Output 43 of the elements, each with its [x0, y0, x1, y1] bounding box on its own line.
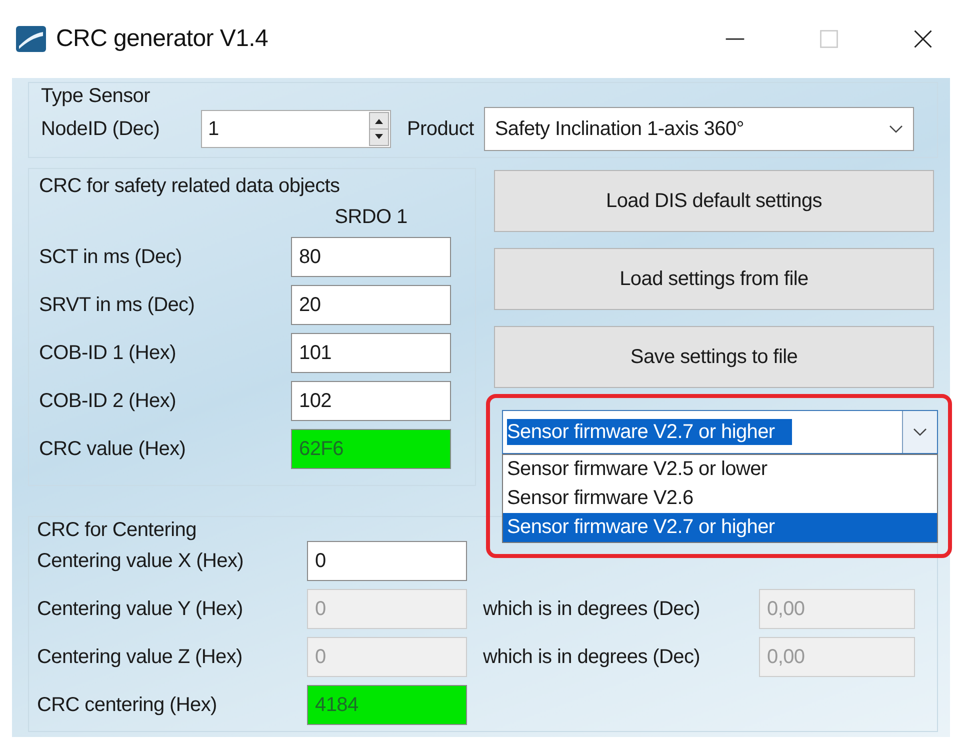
dropdown-option[interactable]: Sensor firmware V2.5 or lower [503, 455, 937, 484]
chevron-down-icon [913, 428, 927, 436]
node-id-spinner[interactable]: 1 [201, 110, 391, 148]
column-header: SRDO 1 [334, 205, 408, 229]
field-label: CRC centering (Hex) [37, 694, 218, 716]
field-label: SRVT in ms (Dec) [39, 294, 196, 316]
degrees-field: 0,00 [759, 637, 915, 677]
close-icon[interactable] [912, 28, 934, 50]
action-button[interactable]: Save settings to file [494, 326, 934, 388]
degrees-field: 0,00 [759, 589, 915, 629]
dropdown-option[interactable]: Sensor firmware V2.7 or higher [503, 513, 937, 542]
group-title: CRC for safety related data objects [39, 175, 340, 197]
field-label: Centering value X (Hex) [37, 550, 245, 572]
field-label: NodeID (Dec) [41, 118, 161, 140]
dropdown-option[interactable]: Sensor firmware V2.6 [503, 484, 937, 513]
spinner-arrows-icon[interactable] [369, 112, 389, 146]
crc-result-field: 4184 [307, 685, 467, 725]
group-title: CRC for Centering [37, 519, 196, 541]
group-title: Type Sensor [41, 85, 150, 107]
field-label: which is in degrees (Dec) [482, 598, 702, 620]
dropdown-toggle[interactable] [902, 411, 937, 453]
app-logo-icon [16, 26, 46, 52]
product-dropdown[interactable]: Safety Inclination 1-axis 360° [484, 107, 914, 151]
crc-result-field: 62F6 [291, 429, 451, 469]
input-field[interactable]: 80 [291, 237, 451, 277]
field-label: Centering value Y (Hex) [37, 598, 244, 620]
field-label: CRC value (Hex) [39, 438, 187, 460]
field-label: Centering value Z (Hex) [37, 646, 244, 668]
input-field[interactable]: 0 [307, 541, 467, 581]
field-label: COB-ID 1 (Hex) [39, 342, 177, 364]
field-label: Product [407, 118, 474, 140]
field-label: COB-ID 2 (Hex) [39, 390, 177, 412]
input-field[interactable]: 102 [291, 381, 451, 421]
field-label: which is in degrees (Dec) [482, 646, 702, 668]
action-button[interactable]: Load settings from file [494, 248, 934, 310]
action-button[interactable]: Load DIS default settings [494, 170, 934, 232]
field-label: SCT in ms (Dec) [39, 246, 183, 268]
firmware-dropdown[interactable]: Sensor firmware V2.7 or higher [502, 410, 938, 454]
input-field[interactable]: 20 [291, 285, 451, 325]
window-title: CRC generator V1.4 [56, 25, 268, 53]
chevron-down-icon [888, 125, 903, 133]
maximize-icon [818, 28, 840, 50]
input-field[interactable]: 101 [291, 333, 451, 373]
